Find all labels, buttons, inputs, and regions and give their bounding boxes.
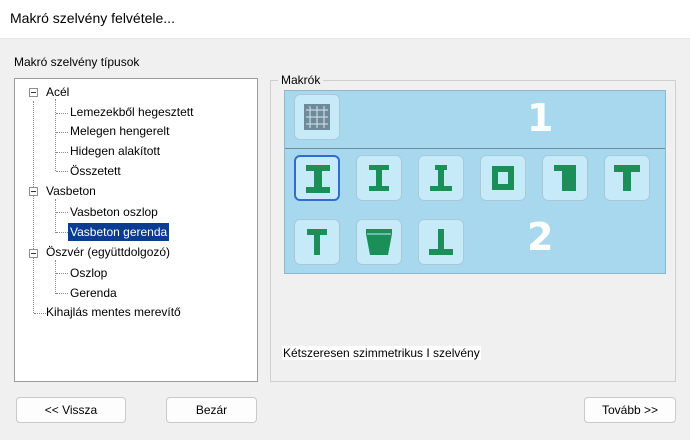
tree-branch-line <box>56 293 68 294</box>
tree-branch-line <box>56 273 68 274</box>
l-shaped-section-icon <box>554 165 576 191</box>
title-bar: Makró szelvény felvétele... <box>0 0 690 39</box>
macro-description: Kétszeresen szimmetrikus I szelvény <box>282 346 481 360</box>
window-title: Makró szelvény felvétele... <box>10 10 175 26</box>
trapezoid-section-icon <box>366 229 392 255</box>
tree-item-vasbeton-gerenda[interactable]: Vasbeton gerenda <box>68 223 170 241</box>
inverted-t-section-icon <box>429 229 453 255</box>
section-number-2: 2 <box>527 215 554 259</box>
t-section-icon <box>614 165 640 191</box>
macros-label: Makrók <box>278 73 324 87</box>
macro-palette: 1 2 <box>284 90 666 274</box>
tree-item-acel[interactable]: Acél <box>46 83 69 101</box>
macro-tile-t[interactable] <box>604 155 650 201</box>
tree-branch-line <box>56 171 68 172</box>
tree-guide-line <box>55 99 56 171</box>
macro-tile-trapezoid[interactable] <box>356 219 402 265</box>
tree-item-lemezekbol-hegesztett[interactable]: Lemezekből hegesztett <box>70 103 193 121</box>
tree-item-osszetett[interactable]: Összetett <box>70 162 121 180</box>
tree-item-vasbeton[interactable]: Vasbeton <box>46 182 96 200</box>
tree-branch-line <box>56 232 68 233</box>
column-t-section-icon <box>307 229 327 255</box>
i-section-icon <box>369 165 389 191</box>
tree-branch-line <box>56 132 68 133</box>
tree-branch-line <box>56 152 68 153</box>
macro-tile-l-shaped[interactable] <box>542 155 588 201</box>
tree-item-kihajlas-mentes-merevito[interactable]: Kihajlás mentes merevítő <box>46 303 181 321</box>
tree-guide-line <box>55 260 56 294</box>
close-button[interactable]: Bezár <box>166 397 257 423</box>
tree-branch-line <box>56 212 68 213</box>
tree-item-gerenda[interactable]: Gerenda <box>70 284 117 302</box>
hollow-box-section-icon <box>492 166 514 190</box>
grid-section-icon <box>304 104 330 130</box>
section-type-tree[interactable]: Acél Lemezekből hegesztett Melegen henge… <box>14 78 258 382</box>
types-label: Makró szelvény típusok <box>14 55 140 69</box>
macro-tile-hollow-box[interactable] <box>480 155 526 201</box>
symmetric-i-section-icon <box>306 165 330 193</box>
collapse-toggle-oszver[interactable] <box>29 249 38 258</box>
macro-tile-inverted-t[interactable] <box>418 219 464 265</box>
next-button[interactable]: Tovább >> <box>584 397 676 423</box>
back-button[interactable]: << Vissza <box>16 397 126 423</box>
tree-branch-line <box>56 113 68 114</box>
palette-separator <box>285 148 665 149</box>
tree-item-oszlop[interactable]: Oszlop <box>70 264 107 282</box>
section-number-1: 1 <box>527 96 554 140</box>
tree-guide-line <box>33 101 34 313</box>
macro-tile-symmetric-i[interactable] <box>294 155 340 201</box>
tree-item-vasbeton-oszlop[interactable]: Vasbeton oszlop <box>70 203 158 221</box>
macro-tile-i[interactable] <box>356 155 402 201</box>
asymmetric-i-section-icon <box>430 165 452 191</box>
collapse-toggle-acel[interactable] <box>29 88 38 97</box>
tree-item-oszver[interactable]: Öszvér (együttdolgozó) <box>46 243 170 261</box>
macro-tile-asymmetric-i[interactable] <box>418 155 464 201</box>
grid-macro-tile[interactable] <box>294 94 340 140</box>
collapse-toggle-vasbeton[interactable] <box>29 187 38 196</box>
tree-item-hidegen-alakitott[interactable]: Hidegen alakított <box>70 142 160 160</box>
tree-branch-line <box>34 313 46 314</box>
tree-guide-line <box>55 199 56 233</box>
macro-tile-column-t[interactable] <box>294 219 340 265</box>
tree-item-melegen-hengerelt[interactable]: Melegen hengerelt <box>70 122 169 140</box>
